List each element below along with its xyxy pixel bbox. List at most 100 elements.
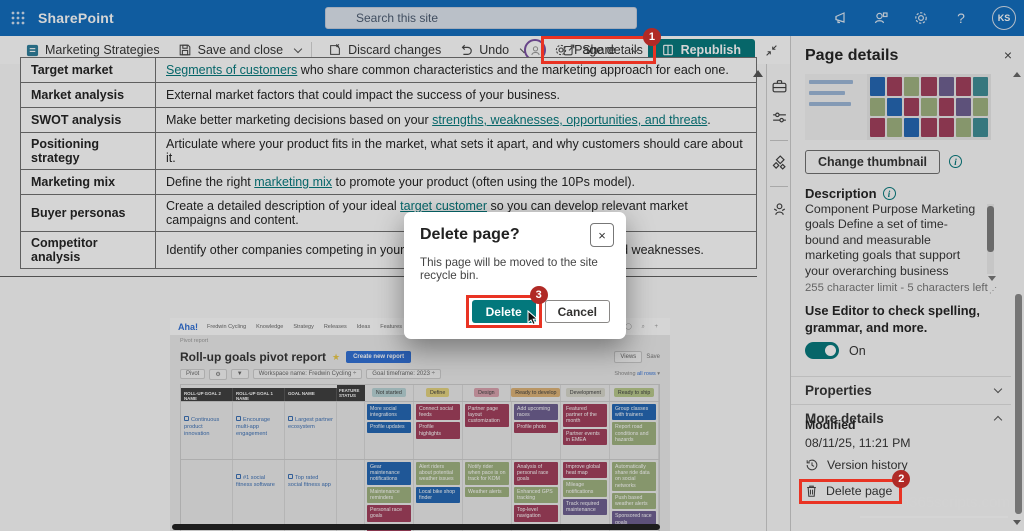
aha-pivot-row: #1 social fitness software Top rated soci… [181,459,659,531]
aha-status-column: Group classes with trainers Report road c… [610,402,659,459]
aha-status-chip: Define [425,388,450,397]
aha-status-column: Partner page layout customization [463,402,512,459]
scrollbar-thumb[interactable] [1015,294,1022,514]
annotation-badge-2: 2 [892,470,911,488]
resize-handle[interactable]: ⋰ [989,286,997,295]
aha-nav: Fredwin Cycling Knowledge Strategy Releases… [207,324,402,330]
scroll-up-arrow[interactable] [753,70,763,77]
share-chevron-icon[interactable] [630,44,639,53]
table-term-cell: Buyer personas [20,194,156,232]
section-divider [0,276,757,277]
aha-goal-header: ROLL-UP GOAL 1 NAME [233,388,285,401]
aha-feature-chip: Personal race goals [367,505,411,522]
thumbnail-grid [867,74,991,140]
version-history-button[interactable]: Version history [805,458,908,472]
undo-label: Undo [479,43,510,57]
description-field[interactable]: Component Purpose Marketing goals Define… [805,202,981,278]
save-icon [178,43,192,57]
aha-feature-chip: Weather alerts [465,486,509,497]
aha-goal-cell: Continuous product innovation [181,402,233,459]
design-ideas-icon[interactable] [771,155,788,172]
property-pane-icon[interactable] [771,109,788,126]
cancel-button[interactable]: Cancel [544,300,610,323]
discard-icon [328,43,342,57]
aha-status-chip: Design [474,388,499,397]
aha-feature-status-header: FEATURE STATUS [337,385,365,401]
aha-pivot-row: Continuous product innovation Encourage m… [181,401,659,459]
divider [766,64,767,531]
aha-nav-item: Knowledge [256,323,284,330]
help-icon[interactable]: ? [952,9,970,27]
aha-views-button: Views [614,351,643,363]
history-icon [805,458,819,472]
table-desc-cell: Make better marketing decisions based on… [155,107,757,133]
discard-changes-label: Discard changes [348,43,442,57]
table-link[interactable]: strengths, weaknesses, opportunities, an… [432,113,707,127]
gear-icon[interactable] [912,9,930,27]
aha-nav-item: Features [380,323,402,330]
account-avatar[interactable]: KS [992,6,1016,30]
collapse-icon[interactable] [765,44,778,57]
table-text: Define the right [166,175,255,189]
chat-icon [236,474,241,479]
web-part-icon[interactable] [771,201,788,218]
aha-goal-header: ROLL-UP GOAL 2 NAME [181,388,233,401]
scroll-down-arrow[interactable] [988,276,996,281]
aha-breadcrumb: Pivot report [180,338,209,344]
aha-status-column: More social integrations Profile updates [365,402,414,459]
info-icon[interactable]: i [882,187,896,200]
search-input[interactable] [325,7,637,29]
delete-page-button[interactable]: Delete page [805,484,892,498]
aha-feature-chip: Improve global heat map [563,462,607,479]
table-link[interactable]: Segments of customers [166,63,297,77]
app-launcher-icon[interactable] [0,0,36,36]
toolbox-icon[interactable] [771,78,788,95]
dialog-body-text: This page will be moved to the site recy… [420,256,598,282]
aha-horizontal-scrollbar[interactable] [172,524,660,530]
table-desc-cell: Segments of customers who share common c… [155,57,757,83]
table-link[interactable]: marketing mix [254,175,332,189]
table-link[interactable]: target customer [400,199,487,213]
aha-nav-item: Strategy [293,323,314,330]
aha-status-chip: Development [565,388,605,397]
aha-feature-chip: Analysis of personal race goals [514,462,558,485]
thumbnail-left-area [805,74,867,140]
aha-status-chip: Ready to develop [511,388,561,397]
aha-create-report-button: Create new report [346,351,412,363]
divider [770,140,788,141]
close-icon[interactable]: × [590,223,614,247]
table-text: Create a detailed description of your id… [166,199,401,213]
scroll-up-arrow[interactable] [1013,72,1021,77]
table-text: Articulate where your product fits in th… [166,137,743,165]
scroll-down-arrow[interactable] [1013,520,1021,525]
info-icon[interactable]: i [949,155,962,168]
aha-status-column: Analysis of personal race goals Enhanced … [512,460,561,531]
close-icon[interactable]: × [1004,47,1012,63]
table-row: Buyer personas Create a detailed descript… [20,194,757,232]
aha-status-column: Improve global heat map Mileage notificat… [561,460,610,531]
aha-save-button: Save [646,354,660,360]
person-badge-icon[interactable] [872,9,890,27]
aha-feature-chip: Partner page layout customization [465,404,509,427]
aha-feature-chip: Group classes with trainers [612,404,656,421]
megaphone-icon[interactable] [832,9,850,27]
editor-toggle[interactable] [805,342,839,359]
aha-feature-chip: Track required maintenance [563,498,607,516]
table-desc-cell: External market factors that could impac… [155,82,757,108]
properties-section[interactable]: Properties [805,380,1003,400]
aha-goal-text: Continuous product innovation [184,417,220,437]
toggle-state: On [849,343,866,358]
save-and-close-label: Save and close [197,43,284,57]
aha-feature-chip: Profile updates [367,422,411,433]
save-chevron-icon[interactable] [293,44,303,53]
description-label: Description [805,186,877,201]
change-thumbnail-button[interactable]: Change thumbnail [805,150,941,174]
aha-status-column: Add upcoming races Profile photo [512,402,561,459]
aha-feature-chip: Local bike shop finder [416,486,460,504]
description-scrollbar[interactable] [987,204,994,274]
aha-status-chip: Not started [371,388,406,397]
aha-nav-item: Ideas [356,323,371,330]
undo-icon [459,43,473,57]
table-row: Market analysis External market factors t… [20,82,757,108]
chat-icon [288,416,293,421]
